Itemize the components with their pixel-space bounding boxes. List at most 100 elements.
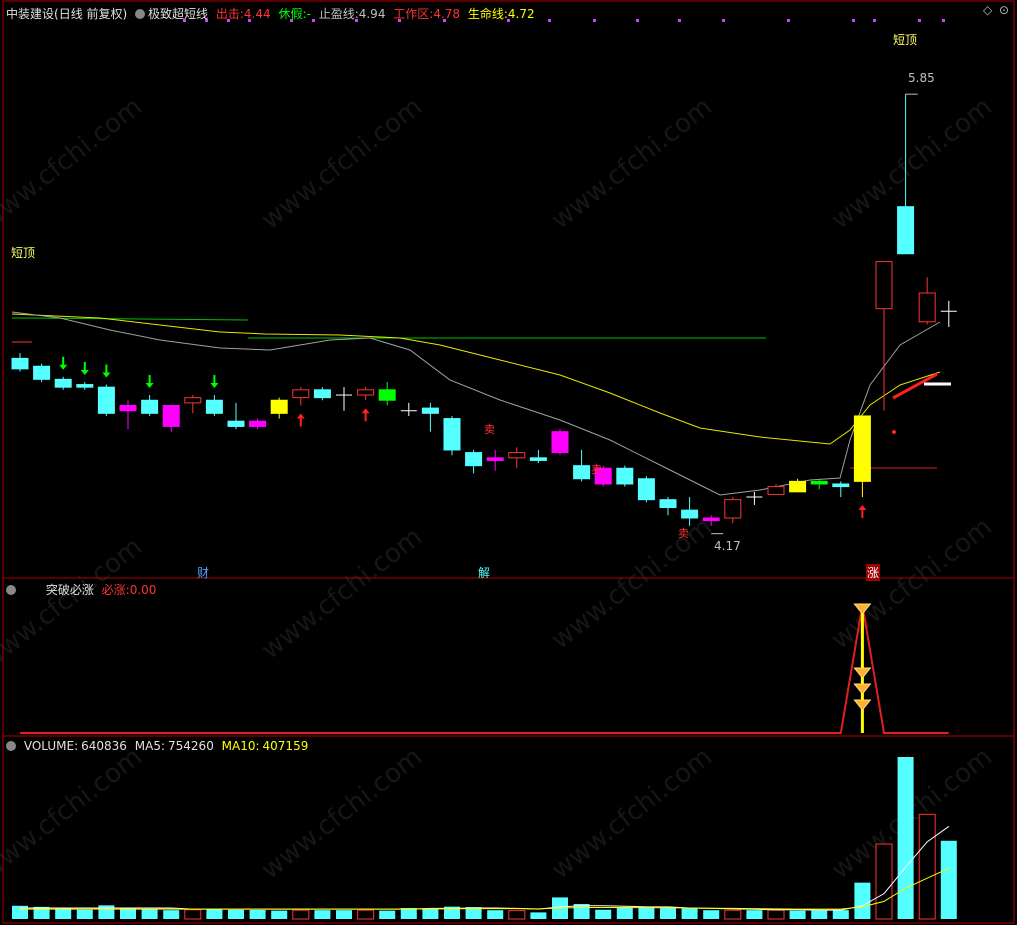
volume-bar — [746, 910, 763, 919]
main-header: 中装建设(日线 前复权) 极致超短线 出击:4.44 休假:- 止盈线:4.94… — [6, 5, 535, 22]
candle-body — [832, 483, 850, 488]
volume-bar — [940, 840, 957, 919]
diamond-icon — [853, 699, 872, 711]
panel2-header: 突破必涨 必涨:0.00 — [6, 581, 156, 598]
volume-bar — [789, 910, 806, 919]
red-dot — [892, 430, 896, 434]
candles-layer — [11, 93, 957, 535]
volume-bar — [184, 909, 202, 920]
candle-body — [443, 418, 461, 451]
signal-dot — [722, 19, 725, 22]
signal-dot — [548, 19, 551, 22]
watermark-text: www.cfchi.com — [546, 742, 718, 886]
volume-bar — [724, 909, 742, 920]
watermark-text: www.cfchi.com — [826, 512, 998, 656]
volume-bar — [228, 909, 244, 919]
volume-value: 640836 — [81, 739, 127, 753]
candle-body — [378, 389, 396, 401]
mark-zhang: 涨 — [866, 564, 881, 581]
shengming-label: 生命线: — [467, 7, 508, 21]
candle-body — [162, 404, 180, 427]
watermark-text: www.cfchi.com — [0, 742, 148, 886]
candle-body — [357, 389, 375, 396]
volume-bar — [336, 910, 352, 919]
candle-body — [97, 386, 115, 414]
watermark-text: www.cfchi.com — [256, 742, 428, 886]
signal-dot — [918, 19, 921, 22]
up-arrow-head — [296, 413, 305, 419]
breakout-line — [20, 604, 949, 734]
candle-body — [313, 389, 331, 399]
collapse-icon[interactable] — [135, 9, 146, 19]
candle-body — [270, 399, 288, 414]
signal-dot — [942, 19, 945, 22]
down-arrow-head — [210, 383, 219, 389]
candle-body — [184, 397, 202, 404]
zhiying-value: 4.94 — [358, 7, 386, 21]
diamond-icon[interactable]: ◇ — [983, 3, 992, 17]
ma10-value: 407159 — [262, 739, 309, 753]
xiujia-label: 休假: — [278, 7, 307, 21]
volume-bar — [206, 908, 223, 919]
ma5-value: 754260 — [168, 739, 214, 753]
candle-body — [659, 499, 677, 509]
watermark-text: www.cfchi.com — [0, 532, 148, 676]
period-label: (日线 前复权) — [54, 7, 128, 21]
stock-name: 中装建设 — [6, 7, 55, 21]
short-top-left: 短顶 — [11, 246, 36, 260]
volume-bar — [681, 908, 698, 919]
sell-mark-3: 卖 — [678, 527, 689, 540]
volume-bar — [811, 910, 828, 919]
down-arrow-head — [145, 383, 154, 389]
candle-body — [249, 420, 267, 427]
volume-bar — [530, 912, 547, 919]
watermark-text: www.cfchi.com — [546, 92, 718, 236]
volume-bar — [918, 813, 936, 920]
candle-body — [205, 399, 223, 414]
watermark-text: www.cfchi.com — [256, 92, 428, 236]
watermark-text: www.cfchi.com — [256, 522, 428, 666]
candle-body — [637, 478, 655, 501]
volume-bar — [638, 907, 655, 919]
volume-bar — [422, 908, 439, 919]
red-thick-line — [892, 372, 938, 400]
candle-body — [465, 452, 483, 467]
volume-label: VOLUME: — [23, 739, 79, 753]
xiujia-value: - — [306, 7, 311, 21]
candle-body — [508, 452, 526, 459]
candle-body — [11, 357, 29, 370]
ma10-line — [20, 867, 950, 910]
volume-bar — [616, 907, 633, 919]
volume-bar — [98, 905, 115, 919]
candle-body — [486, 457, 504, 461]
volume-bar — [875, 843, 893, 920]
down-arrow-head — [59, 364, 68, 370]
candle-body — [810, 480, 828, 485]
life-line — [11, 313, 941, 445]
ma10-label: MA10: — [221, 739, 260, 753]
signal-dot — [787, 19, 790, 22]
collapse-icon[interactable] — [6, 585, 16, 595]
panel2-title: 突破必涨 — [45, 583, 94, 597]
diamond-icon — [853, 683, 872, 695]
options-icon[interactable]: ⊙ — [999, 3, 1009, 17]
volume-bar — [76, 909, 93, 919]
signal-dot — [678, 19, 681, 22]
volume-bar — [897, 757, 914, 919]
signal-dot — [873, 19, 876, 22]
zhiying-label: 止盈线: — [318, 7, 359, 21]
panel3-header: VOLUME: 640836 MA5: 754260 MA10: 407159 — [6, 739, 308, 753]
volume-bar — [120, 907, 136, 919]
shengming-value: 4.72 — [507, 7, 535, 21]
down-arrow-head — [102, 372, 111, 378]
short-top-right: 短顶 — [893, 33, 918, 47]
volume-bar — [249, 909, 266, 919]
up-arrow-head — [858, 505, 867, 511]
mark-cai: 财 — [197, 566, 210, 580]
candle-body — [141, 399, 159, 414]
candle-body — [897, 206, 915, 255]
volume-bar — [292, 909, 310, 920]
volume-bar — [508, 910, 526, 920]
collapse-icon[interactable] — [6, 741, 16, 751]
indicator-name: 极致超短线 — [148, 7, 209, 21]
